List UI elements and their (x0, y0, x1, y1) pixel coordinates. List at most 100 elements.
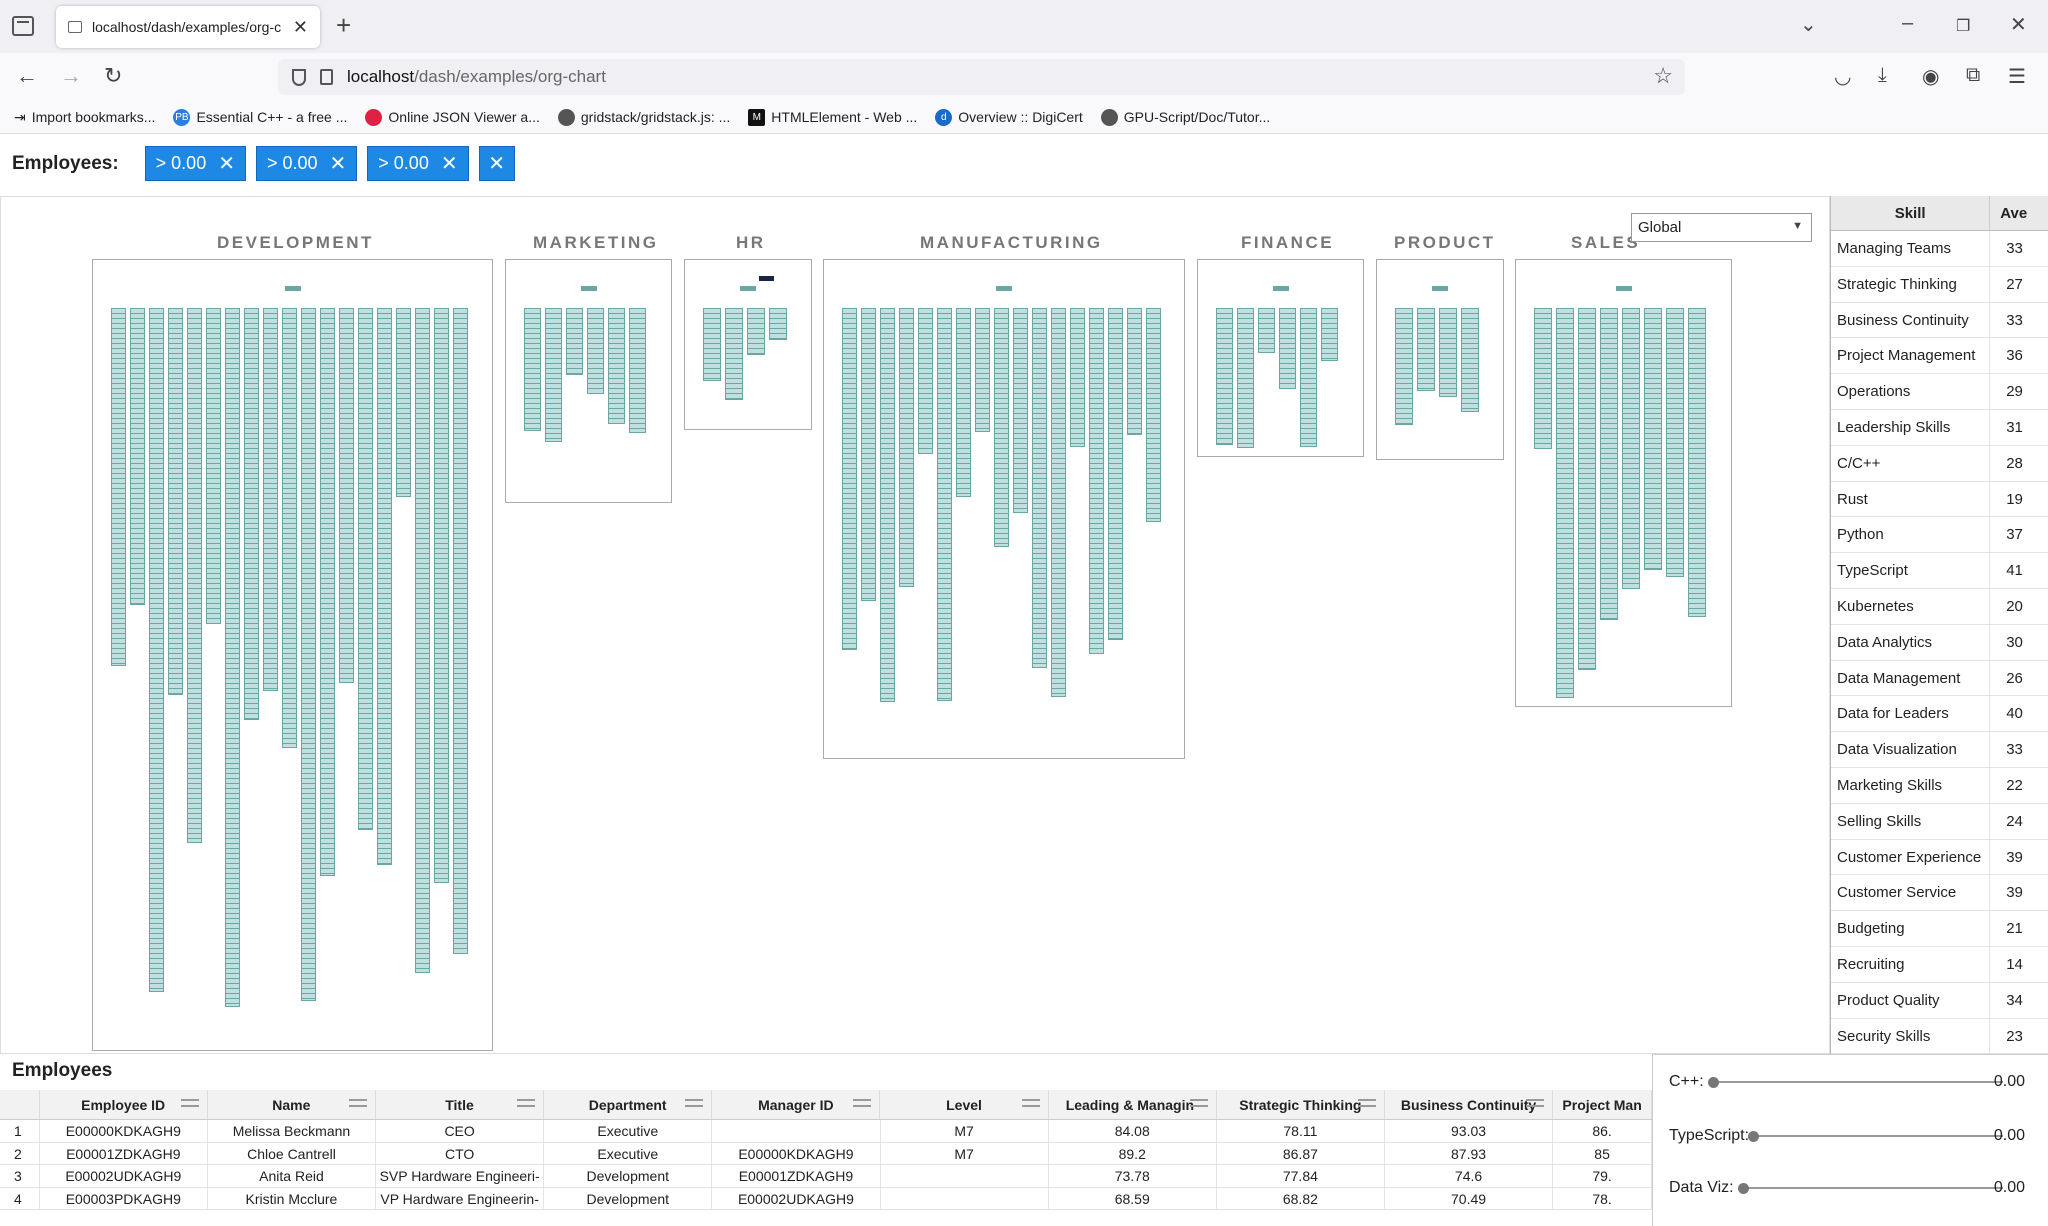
remove-filter-icon[interactable]: ✕ (441, 151, 458, 176)
org-node-stack[interactable] (703, 308, 721, 381)
org-node-stack[interactable] (1321, 308, 1338, 361)
dept-box-finance[interactable] (1197, 259, 1364, 457)
skill-row[interactable]: Marketing Skills 22 (1831, 767, 2048, 804)
org-node-stack[interactable] (524, 308, 541, 431)
org-node-stack[interactable] (168, 308, 183, 695)
dept-box-marketing[interactable] (505, 259, 672, 503)
org-node-stack[interactable] (956, 308, 971, 497)
column-header[interactable]: Level (880, 1090, 1049, 1119)
column-header[interactable]: Employee ID (40, 1090, 208, 1119)
skill-row[interactable]: Managing Teams 33 (1831, 231, 2048, 267)
column-menu-icon[interactable] (685, 1099, 704, 1107)
minimize-icon[interactable]: – (1902, 12, 1913, 35)
org-node[interactable] (580, 286, 597, 291)
remove-filter-icon[interactable]: ✕ (218, 151, 235, 176)
org-node-stack[interactable] (608, 308, 625, 424)
org-node-stack[interactable] (918, 308, 933, 454)
column-menu-icon[interactable] (1189, 1099, 1208, 1107)
org-node-stack[interactable] (629, 308, 646, 433)
org-node-stack[interactable] (187, 308, 202, 843)
dept-box-manufacturing[interactable] (823, 259, 1185, 759)
org-node-stack[interactable] (861, 308, 876, 601)
skill-row[interactable]: Security Skills 23 (1831, 1018, 2048, 1054)
org-node-stack[interactable] (937, 308, 952, 701)
window-close-icon[interactable]: ✕ (2010, 12, 2027, 37)
org-node-stack[interactable] (282, 308, 297, 748)
org-node-stack[interactable] (263, 308, 278, 691)
skill-row[interactable]: Operations 29 (1831, 374, 2048, 410)
org-node-stack[interactable] (769, 308, 787, 340)
org-node-stack[interactable] (415, 308, 430, 973)
slider-handle[interactable] (1708, 1077, 1719, 1088)
back-icon[interactable]: ← (16, 63, 38, 89)
org-node-stack[interactable] (396, 308, 411, 497)
skill-slider[interactable]: Data Viz: 0.00 (1653, 1173, 2048, 1203)
chevron-down-icon[interactable]: ⌄ (1800, 12, 1817, 37)
org-node-stack[interactable] (1237, 308, 1254, 448)
forward-icon[interactable]: → (60, 63, 82, 89)
org-node[interactable] (1272, 286, 1289, 291)
slider-track[interactable] (1713, 1081, 2003, 1083)
org-node-stack[interactable] (1688, 308, 1706, 617)
org-node-stack[interactable] (1417, 308, 1435, 391)
remove-filter-icon[interactable]: ✕ (330, 151, 347, 176)
filter-chip[interactable]: > 0.00 ✕ (255, 146, 358, 181)
browser-tab[interactable]: localhost/dash/examples/org-c ✕ (56, 6, 320, 48)
skill-row[interactable]: Data for Leaders 40 (1831, 696, 2048, 733)
skill-row[interactable]: Customer Experience 39 (1831, 839, 2048, 876)
org-node[interactable] (996, 286, 1012, 291)
scope-select[interactable]: Global ▼ (1631, 213, 1812, 242)
org-node[interactable] (1615, 286, 1632, 291)
new-tab-icon[interactable]: + (336, 10, 351, 41)
account-icon[interactable]: ◉ (1922, 64, 1939, 89)
org-node-stack[interactable] (1395, 308, 1413, 425)
column-menu-icon[interactable] (517, 1099, 536, 1107)
org-node-stack[interactable] (1108, 308, 1123, 640)
org-node-stack[interactable] (130, 308, 145, 605)
org-node-stack[interactable] (587, 308, 604, 394)
org-node-stack[interactable] (545, 308, 562, 442)
table-row[interactable]: 3 E00002UDKAGH9 Anita Reid SVP Hardware Eng… (0, 1165, 1652, 1188)
skill-row[interactable]: Product Quality 34 (1831, 982, 2048, 1019)
slider-handle[interactable] (1748, 1131, 1759, 1142)
org-node-stack[interactable] (1279, 308, 1296, 389)
org-node[interactable] (284, 286, 301, 291)
filter-chip[interactable]: > 0.00 ✕ (144, 146, 246, 181)
org-node-stack[interactable] (1622, 308, 1640, 589)
org-node-stack[interactable] (149, 308, 164, 992)
extensions-icon[interactable]: ⧉ (1966, 64, 1980, 87)
skill-row[interactable]: TypeScript 41 (1831, 553, 2048, 589)
org-node-stack[interactable] (1070, 308, 1085, 447)
column-header[interactable]: Business Continuity (1385, 1090, 1554, 1119)
org-node-stack[interactable] (225, 308, 240, 1007)
column-header[interactable]: Manager ID (712, 1090, 881, 1119)
dept-box-hr[interactable] (684, 259, 812, 430)
org-node[interactable] (1432, 286, 1448, 291)
dept-box-development[interactable] (92, 259, 493, 1051)
org-node-stack[interactable] (111, 308, 126, 666)
skill-row[interactable]: Python 37 (1831, 517, 2048, 554)
address-bar[interactable]: localhost/dash/examples/org-chart ☆ (278, 59, 1685, 95)
skill-row[interactable]: Strategic Thinking 27 (1831, 266, 2048, 303)
skill-row[interactable]: Kubernetes 20 (1831, 588, 2048, 625)
skill-row[interactable]: Leadership Skills 31 (1831, 409, 2048, 446)
column-header[interactable]: Name (208, 1090, 376, 1119)
org-node-stack[interactable] (320, 308, 335, 876)
column-menu-icon[interactable] (180, 1099, 199, 1107)
org-node-stack[interactable] (1051, 308, 1066, 697)
org-node-stack[interactable] (1578, 308, 1596, 670)
org-node-stack[interactable] (1666, 308, 1684, 577)
org-node-stack[interactable] (1644, 308, 1662, 570)
org-node-stack[interactable] (899, 308, 914, 587)
skill-row[interactable]: Rust 19 (1831, 481, 2048, 518)
pocket-icon[interactable]: ◡ (1834, 64, 1851, 89)
shield-icon[interactable] (292, 68, 306, 86)
column-menu-icon[interactable] (1357, 1099, 1376, 1107)
column-menu-icon[interactable] (1526, 1099, 1545, 1107)
skill-row[interactable]: Data Analytics 30 (1831, 624, 2048, 661)
org-node-stack[interactable] (1127, 308, 1142, 435)
org-node-stack[interactable] (377, 308, 392, 865)
reload-icon[interactable]: ↻ (104, 63, 122, 89)
skill-row[interactable]: Business Continuity 33 (1831, 302, 2048, 339)
bookmark-essential-cpp[interactable]: PB Essential C++ - a free ... (173, 108, 347, 126)
